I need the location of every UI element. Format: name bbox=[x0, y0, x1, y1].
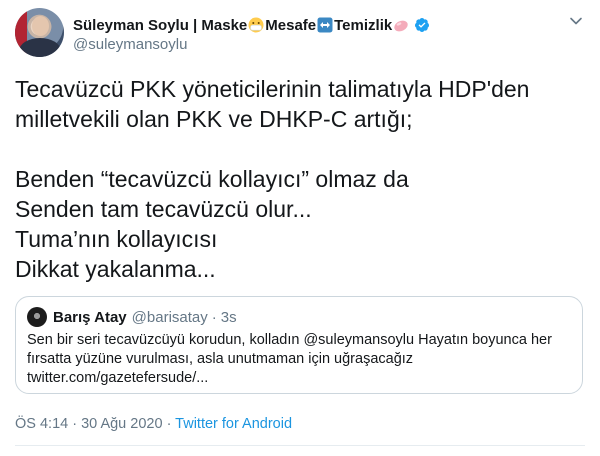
author-avatar[interactable] bbox=[15, 8, 64, 57]
tweet-line-gap bbox=[15, 134, 585, 164]
tweet-text: Tecavüzcü PKK yöneticilerinin talimatıyl… bbox=[15, 74, 585, 284]
verified-badge-icon bbox=[415, 18, 430, 32]
tweet-line: Benden “tecavüzcü kollayıcı” olmaz da bbox=[15, 166, 409, 192]
quoted-author-name: Barış Atay bbox=[53, 308, 127, 326]
meta-separator: · bbox=[162, 416, 176, 432]
tweet-time[interactable]: ÖS 4:14 bbox=[15, 416, 68, 432]
tweet-line: milletvekili olan PKK ve DHKP-C artığı; bbox=[15, 106, 413, 132]
tweet-source-link[interactable]: Twitter for Android bbox=[175, 416, 292, 432]
quoted-link: twitter.com/gazetefersude/... bbox=[27, 370, 209, 386]
author-name[interactable]: Süleyman Soylu | Maske bbox=[73, 17, 247, 34]
quoted-author-avatar bbox=[27, 307, 47, 327]
tweet-line: Tecavüzcü PKK yöneticilerinin talimatıyl… bbox=[15, 76, 530, 102]
tweet-header: Süleyman Soylu | Maske Mesafe Temizlik @ bbox=[15, 8, 585, 58]
quoted-tweet-header: Barış Atay @barisatay · 3s bbox=[27, 307, 237, 327]
tweet-date[interactable]: 30 Ağu 2020 bbox=[81, 416, 162, 432]
tweet-line: Tuma’nın kollayıcısı bbox=[15, 226, 218, 252]
meta-separator: · bbox=[68, 416, 82, 432]
divider bbox=[15, 445, 585, 446]
tweet-line: Dikkat yakalanma... bbox=[15, 256, 216, 282]
quoted-tweet[interactable]: Barış Atay @barisatay · 3s Sen bir seri … bbox=[15, 296, 583, 394]
quoted-time: 3s bbox=[220, 308, 237, 326]
author-name-part3[interactable]: Temizlik bbox=[334, 17, 392, 34]
soap-emoji-icon bbox=[394, 20, 408, 32]
quoted-author-handle: @barisatay bbox=[131, 308, 208, 326]
author-name-part2[interactable]: Mesafe bbox=[265, 17, 316, 34]
author-name-row[interactable]: Süleyman Soylu | Maske Mesafe Temizlik bbox=[73, 15, 430, 35]
tweet-line: Senden tam tecavüzcü olur... bbox=[15, 196, 312, 222]
chevron-down-icon[interactable] bbox=[569, 14, 583, 28]
author-handle[interactable]: @suleymansoylu bbox=[73, 36, 187, 53]
tweet-meta: ÖS 4:14 · 30 Ağu 2020 · Twitter for Andr… bbox=[15, 416, 292, 432]
quoted-separator: · bbox=[211, 308, 217, 326]
quoted-line: fırsatta yüzüne vurulması, asla unutmama… bbox=[27, 351, 414, 367]
tweet-card: Süleyman Soylu | Maske Mesafe Temizlik @ bbox=[0, 0, 600, 456]
mask-emoji-icon bbox=[248, 17, 264, 33]
quoted-line: Sen bir seri tecavüzcüyü korudun, kollad… bbox=[27, 332, 552, 348]
left-right-arrow-emoji-icon bbox=[317, 17, 333, 33]
quoted-tweet-text: Sen bir seri tecavüzcüyü korudun, kollad… bbox=[27, 331, 572, 388]
